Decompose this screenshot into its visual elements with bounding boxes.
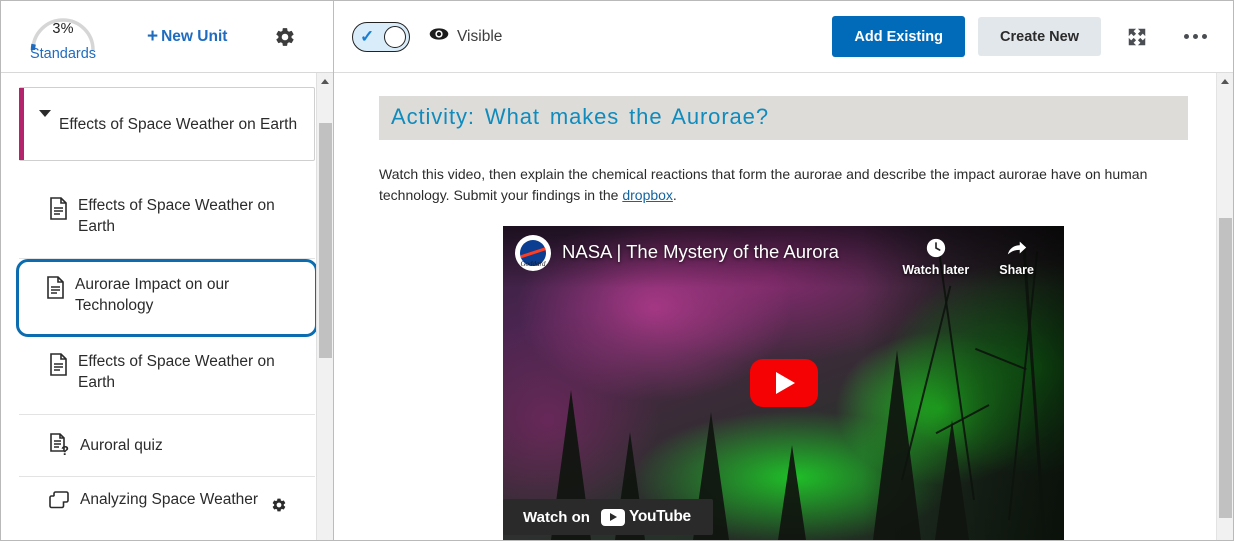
visible-label: Visible [457, 27, 503, 45]
visibility-status: Visible [429, 27, 502, 46]
lesson-item-effects-of-space-weather-2[interactable]: Effects of Space Weather on Earth [19, 337, 315, 415]
content-scrollbar[interactable] [1216, 73, 1233, 540]
nasa-script-label: Goddard [520, 260, 546, 268]
lesson-item-analyzing-space-weather[interactable]: Analyzing Space Weather [19, 477, 315, 540]
video-title[interactable]: NASA | The Mystery of the Aurora [562, 241, 839, 263]
lesson-label: Analyzing Space Weather [80, 491, 259, 508]
plus-icon: + [147, 26, 159, 47]
scrollbar-thumb[interactable] [319, 123, 332, 358]
standards-percent: 3% [52, 20, 74, 37]
eye-icon [429, 27, 449, 46]
left-panel-scrollbar[interactable] [316, 73, 333, 540]
expand-icon [1128, 28, 1146, 45]
scroll-up-arrow[interactable] [317, 73, 333, 90]
youtube-label: YouTube [628, 508, 691, 525]
lesson-builder-window: 3% Standards + New Unit Effects of Space… [0, 0, 1234, 541]
unit-navigation-panel: 3% Standards + New Unit Effects of Space… [1, 1, 334, 540]
unit-header-effects-of-space-weather[interactable]: Effects of Space Weather on Earth [19, 87, 315, 161]
video-top-bar: Goddard NASA | The Mystery of the Aurora… [503, 226, 1064, 288]
document-icon [49, 353, 68, 381]
play-button[interactable] [749, 359, 818, 407]
unit-settings-button[interactable] [272, 24, 298, 50]
scroll-up-arrow[interactable] [1217, 73, 1233, 90]
share-label: Share [999, 263, 1034, 277]
activity-banner: Activity: What makes the Aurorae? [379, 96, 1188, 140]
youtube-video-embed[interactable]: Goddard NASA | The Mystery of the Aurora… [503, 226, 1064, 540]
share-arrow-icon [1007, 241, 1026, 255]
nasa-logo[interactable]: Goddard [515, 235, 551, 271]
chevron-down-icon[interactable] [39, 110, 51, 117]
lesson-item-effects-of-space-weather-1[interactable]: Effects of Space Weather on Earth [19, 181, 315, 259]
description-text-end: . [672, 186, 677, 203]
gear-icon [276, 27, 294, 46]
expand-button[interactable] [1115, 17, 1159, 57]
watch-later-button[interactable]: Watch later [902, 237, 969, 277]
standards-progress-widget[interactable]: 3% Standards [15, 10, 111, 64]
content-toolbar: ✓ Visible Add Existing Create New [334, 1, 1233, 73]
add-existing-button[interactable]: Add Existing [832, 16, 966, 57]
add-new-unit-button[interactable]: + New Unit [147, 27, 227, 46]
scrollbar-thumb[interactable] [1219, 218, 1232, 518]
activity-title: Activity: What makes the Aurorae? [391, 104, 769, 129]
youtube-badge: YouTube [600, 508, 691, 526]
watch-later-label: Watch later [902, 263, 970, 277]
lesson-label: Aurorae Impact on our Technology [75, 276, 230, 314]
dropbox-link[interactable]: dropbox [622, 187, 673, 203]
discussion-icon [49, 491, 70, 516]
standards-label: Standards [29, 45, 97, 62]
check-icon: ✓ [360, 27, 375, 46]
lesson-item-auroral-quiz[interactable]: ? Auroral quiz [19, 415, 315, 477]
lesson-label: Effects of Space Weather on Earth [78, 197, 275, 235]
watch-on-label: Watch on [523, 508, 590, 526]
play-triangle-icon [776, 372, 795, 394]
left-panel-header: 3% Standards + New Unit [1, 1, 333, 73]
toolbar-actions: Add Existing Create New [832, 16, 1217, 57]
unit-accent-bar [19, 88, 24, 160]
activity-content: Activity: What makes the Aurorae? Watch … [334, 73, 1233, 540]
document-icon [49, 197, 68, 225]
svg-text:?: ? [61, 443, 69, 456]
clock-icon [926, 238, 945, 258]
ellipsis-icon [1183, 34, 1207, 39]
visibility-toggle[interactable]: ✓ [352, 21, 410, 52]
unit-tree: Effects of Space Weather on Earth Effect… [1, 73, 333, 540]
youtube-play-icon [600, 508, 625, 526]
video-actions: Watch later Share [902, 235, 1052, 277]
document-icon [46, 276, 65, 304]
lesson-label: Effects of Space Weather on Earth [78, 353, 275, 391]
activity-description: Watch this video, then explain the chemi… [379, 164, 1149, 205]
share-button[interactable]: Share [999, 237, 1034, 277]
toggle-knob [384, 25, 406, 48]
unit-title: Effects of Space Weather on Earth [59, 115, 298, 133]
watch-on-youtube-button[interactable]: Watch on YouTube [503, 499, 713, 535]
quiz-document-icon: ? [49, 432, 70, 461]
new-unit-label: New Unit [161, 27, 228, 45]
lesson-item-aurorae-impact-on-our-technology[interactable]: Aurorae Impact on our Technology [16, 259, 318, 337]
create-new-button[interactable]: Create New [978, 17, 1101, 56]
more-options-button[interactable] [1173, 17, 1217, 57]
lesson-settings-icon[interactable] [271, 497, 287, 518]
lesson-content-panel: ✓ Visible Add Existing Create New Activi… [334, 1, 1233, 540]
description-text: Watch this video, then explain the chemi… [379, 166, 1148, 203]
lesson-label: Auroral quiz [80, 437, 163, 454]
